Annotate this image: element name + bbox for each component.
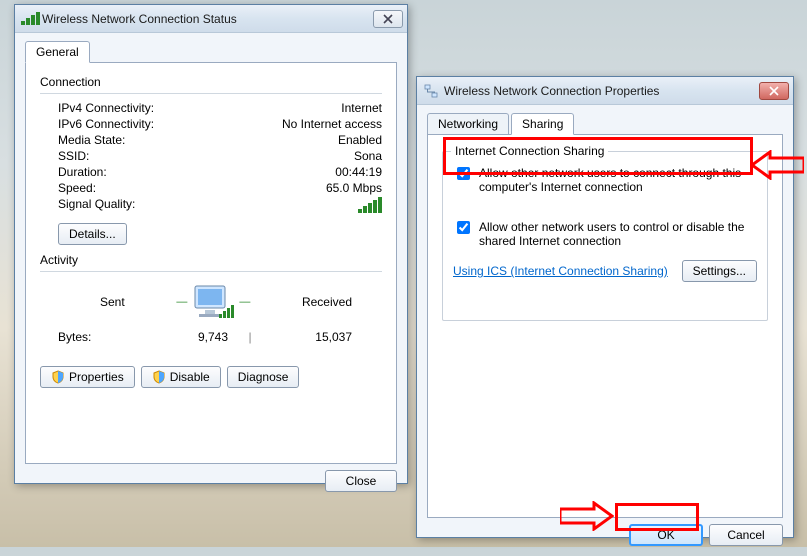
kv-row: Speed:65.0 Mbps <box>40 180 382 196</box>
kv-row: Media State:Enabled <box>40 132 382 148</box>
status-window: Wireless Network Connection Status Gener… <box>14 4 408 484</box>
status-titlebar: Wireless Network Connection Status <box>15 5 407 33</box>
tab-networking[interactable]: Networking <box>427 113 509 135</box>
close-icon <box>383 14 393 24</box>
properties-window: Wireless Network Connection Properties N… <box>416 76 794 538</box>
close-button[interactable]: Close <box>325 470 397 492</box>
kv-row: SSID:Sona <box>40 148 382 164</box>
settings-button[interactable]: Settings... <box>682 260 757 282</box>
tab-general[interactable]: General <box>25 41 90 63</box>
shield-icon <box>152 370 166 384</box>
kv-row: IPv6 Connectivity:No Internet access <box>40 116 382 132</box>
status-title: Wireless Network Connection Status <box>42 12 373 26</box>
dash-icon: — <box>176 296 187 308</box>
bytes-sent: 9,743 <box>148 330 228 344</box>
checkbox-label[interactable]: Allow other network users to connect thr… <box>479 166 757 194</box>
kv-row: Duration:00:44:19 <box>40 164 382 180</box>
checkbox-allow-control[interactable] <box>457 221 470 234</box>
bytes-row: Bytes: 9,743 | 15,037 <box>40 326 382 348</box>
diagnose-button[interactable]: Diagnose <box>227 366 300 388</box>
close-button[interactable] <box>373 10 403 28</box>
ok-button[interactable]: OK <box>629 524 703 546</box>
wifi-icon <box>21 11 37 27</box>
ics-groupbox: Internet Connection Sharing Allow other … <box>442 151 768 321</box>
connection-heading: Connection <box>40 75 382 89</box>
activity-heading: Activity <box>40 253 382 267</box>
status-tabs: General <box>25 41 397 63</box>
cancel-button[interactable]: Cancel <box>709 524 783 546</box>
kv-row: IPv4 Connectivity:Internet <box>40 100 382 116</box>
check-allow-control: Allow other network users to control or … <box>453 216 757 252</box>
sent-label: Sent <box>100 295 125 309</box>
signal-bars-icon <box>358 197 382 216</box>
check-allow-connect: Allow other network users to connect thr… <box>453 162 757 198</box>
disable-button[interactable]: Disable <box>141 366 221 388</box>
checkbox-allow-connect[interactable] <box>457 167 470 180</box>
details-button[interactable]: Details... <box>58 223 127 245</box>
props-titlebar: Wireless Network Connection Properties <box>417 77 793 105</box>
bytes-received: 15,037 <box>272 330 352 344</box>
separator: | <box>228 330 272 344</box>
properties-button[interactable]: Properties <box>40 366 135 388</box>
tab-sharing[interactable]: Sharing <box>511 113 574 135</box>
activity-graphic: Sent — — <box>40 278 382 326</box>
signal-quality-row: Signal Quality: <box>40 196 382 217</box>
dash-icon: — <box>239 296 250 308</box>
close-icon <box>769 86 779 96</box>
shield-icon <box>51 370 65 384</box>
close-button[interactable] <box>759 82 789 100</box>
groupbox-title: Internet Connection Sharing <box>451 144 608 158</box>
ics-link[interactable]: Using ICS (Internet Connection Sharing) <box>453 264 668 278</box>
props-title: Wireless Network Connection Properties <box>444 84 759 98</box>
received-label: Received <box>302 295 352 309</box>
network-icon <box>423 83 439 99</box>
props-tabs: Networking Sharing <box>427 113 783 135</box>
monitor-icon <box>189 282 237 322</box>
checkbox-label[interactable]: Allow other network users to control or … <box>479 220 757 248</box>
